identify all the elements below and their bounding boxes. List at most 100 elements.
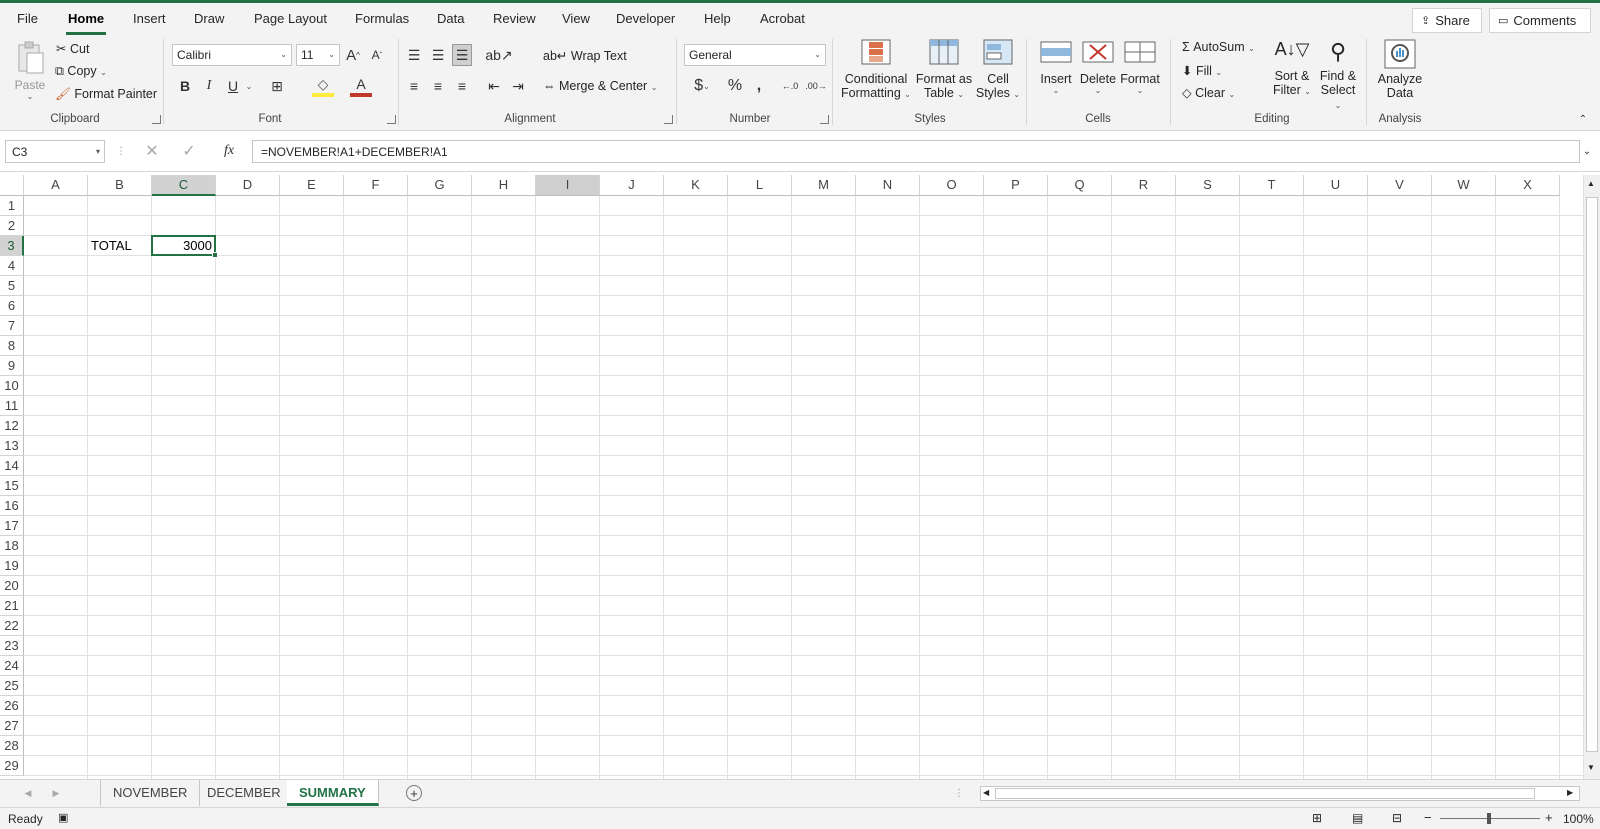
align-right-icon[interactable]: ≡: [452, 75, 472, 97]
prev-sheet-icon[interactable]: ◀: [22, 786, 34, 800]
select-all-corner[interactable]: [0, 175, 24, 196]
tab-review[interactable]: Review: [493, 11, 536, 26]
cut-button[interactable]: ✂ Cut: [56, 41, 89, 56]
row-header-19[interactable]: 19: [0, 556, 24, 576]
column-header-o[interactable]: O: [920, 175, 984, 196]
tab-insert[interactable]: Insert: [133, 11, 166, 26]
sheet-tab-december[interactable]: DECEMBER: [195, 780, 294, 806]
row-header-28[interactable]: 28: [0, 736, 24, 756]
cell-b3[interactable]: TOTAL: [91, 238, 132, 253]
row-header-9[interactable]: 9: [0, 356, 24, 376]
borders-icon[interactable]: ⊞: [266, 75, 288, 97]
column-header-h[interactable]: H: [472, 175, 536, 196]
horizontal-scroll-thumb[interactable]: [995, 788, 1535, 799]
number-format-select[interactable]: General ⌄: [684, 44, 826, 66]
row-header-4[interactable]: 4: [0, 256, 24, 276]
row-header-13[interactable]: 13: [0, 436, 24, 456]
format-painter-button[interactable]: 🖌 Format Painter: [55, 87, 157, 102]
tab-file[interactable]: File: [17, 11, 38, 26]
insert-function-icon[interactable]: fx: [218, 141, 240, 161]
align-top-icon[interactable]: ☰: [404, 44, 424, 66]
column-header-t[interactable]: T: [1240, 175, 1304, 196]
comma-style-icon[interactable]: ,: [751, 75, 767, 97]
italic-button[interactable]: I: [200, 75, 218, 97]
find-select-button[interactable]: ⚲ Find & Select ⌄: [1316, 39, 1360, 111]
tab-home[interactable]: Home: [65, 11, 107, 35]
row-header-26[interactable]: 26: [0, 696, 24, 716]
row-header-16[interactable]: 16: [0, 496, 24, 516]
row-header-2[interactable]: 2: [0, 216, 24, 236]
row-header-11[interactable]: 11: [0, 396, 24, 416]
zoom-slider-thumb[interactable]: [1487, 813, 1491, 824]
scroll-left-icon[interactable]: ◀: [983, 788, 989, 797]
cancel-icon[interactable]: ✕: [143, 141, 161, 161]
row-header-21[interactable]: 21: [0, 596, 24, 616]
column-header-q[interactable]: Q: [1048, 175, 1112, 196]
fill-color-icon[interactable]: ◇: [312, 75, 334, 97]
column-header-m[interactable]: M: [792, 175, 856, 196]
scroll-down-icon[interactable]: ▼: [1587, 763, 1595, 772]
column-header-v[interactable]: V: [1368, 175, 1432, 196]
row-header-22[interactable]: 22: [0, 616, 24, 636]
fill-button[interactable]: ⬇ Fill ⌄: [1182, 63, 1222, 78]
row-header-23[interactable]: 23: [0, 636, 24, 656]
vertical-scroll-thumb[interactable]: [1586, 197, 1598, 752]
tab-acrobat[interactable]: Acrobat: [760, 11, 805, 26]
row-header-29[interactable]: 29: [0, 756, 24, 776]
row-header-17[interactable]: 17: [0, 516, 24, 536]
comments-button[interactable]: ▭ Comments: [1489, 8, 1591, 33]
paste-button[interactable]: Paste ⌄: [10, 39, 50, 103]
clipboard-launcher-icon[interactable]: [152, 115, 161, 124]
tab-developer[interactable]: Developer: [616, 11, 675, 26]
scroll-up-icon[interactable]: ▲: [1587, 179, 1595, 188]
column-header-a[interactable]: A: [24, 175, 88, 196]
collapse-ribbon-icon[interactable]: ⌃: [1576, 113, 1590, 125]
font-size-select[interactable]: 11 ⌄: [296, 44, 340, 66]
row-header-18[interactable]: 18: [0, 536, 24, 556]
sheet-tab-summary[interactable]: SUMMARY: [287, 780, 379, 806]
enter-icon[interactable]: ✓: [180, 141, 198, 161]
column-header-i[interactable]: I: [536, 175, 600, 196]
orientation-icon[interactable]: ab↗: [484, 44, 514, 66]
column-header-u[interactable]: U: [1304, 175, 1368, 196]
tab-view[interactable]: View: [562, 11, 590, 26]
row-header-10[interactable]: 10: [0, 376, 24, 396]
zoom-level[interactable]: 100%: [1563, 812, 1594, 826]
column-header-b[interactable]: B: [88, 175, 152, 196]
align-center-icon[interactable]: ≡: [428, 75, 448, 97]
chevron-down-icon[interactable]: ⌄: [244, 75, 254, 97]
format-as-table-button[interactable]: Format as Table ⌄: [914, 39, 974, 100]
alignment-launcher-icon[interactable]: [664, 115, 673, 124]
tab-data[interactable]: Data: [437, 11, 464, 26]
column-header-s[interactable]: S: [1176, 175, 1240, 196]
autosum-button[interactable]: Σ AutoSum ⌄: [1182, 40, 1255, 54]
sheet-tab-november[interactable]: NOVEMBER: [100, 780, 201, 806]
row-header-6[interactable]: 6: [0, 296, 24, 316]
font-color-icon[interactable]: A: [350, 75, 372, 97]
column-header-l[interactable]: L: [728, 175, 792, 196]
column-header-j[interactable]: J: [600, 175, 664, 196]
number-launcher-icon[interactable]: [820, 115, 829, 124]
row-header-7[interactable]: 7: [0, 316, 24, 336]
increase-font-icon[interactable]: A ^: [344, 44, 362, 66]
page-layout-view-icon[interactable]: ▤: [1352, 811, 1363, 825]
row-header-12[interactable]: 12: [0, 416, 24, 436]
row-header-3[interactable]: 3: [0, 236, 24, 256]
bold-button[interactable]: B: [176, 75, 194, 97]
row-header-8[interactable]: 8: [0, 336, 24, 356]
row-header-24[interactable]: 24: [0, 656, 24, 676]
decrease-font-icon[interactable]: Aˇ: [368, 44, 386, 66]
increase-decimal-icon[interactable]: ←.0: [779, 75, 801, 97]
align-bottom-icon[interactable]: ☰: [452, 44, 472, 66]
fill-handle[interactable]: [212, 252, 218, 258]
column-header-n[interactable]: N: [856, 175, 920, 196]
insert-cells-button[interactable]: Insert ⌄: [1036, 39, 1076, 95]
scroll-right-icon[interactable]: ▶: [1567, 788, 1573, 797]
underline-button[interactable]: U: [224, 75, 242, 97]
column-header-p[interactable]: P: [984, 175, 1048, 196]
page-break-view-icon[interactable]: ⊟: [1392, 811, 1402, 825]
macro-record-icon[interactable]: ▣: [58, 811, 68, 824]
format-cells-button[interactable]: Format ⌄: [1120, 39, 1160, 95]
row-header-1[interactable]: 1: [0, 196, 24, 216]
sort-filter-button[interactable]: A↓▽ Sort & Filter ⌄: [1270, 39, 1314, 97]
